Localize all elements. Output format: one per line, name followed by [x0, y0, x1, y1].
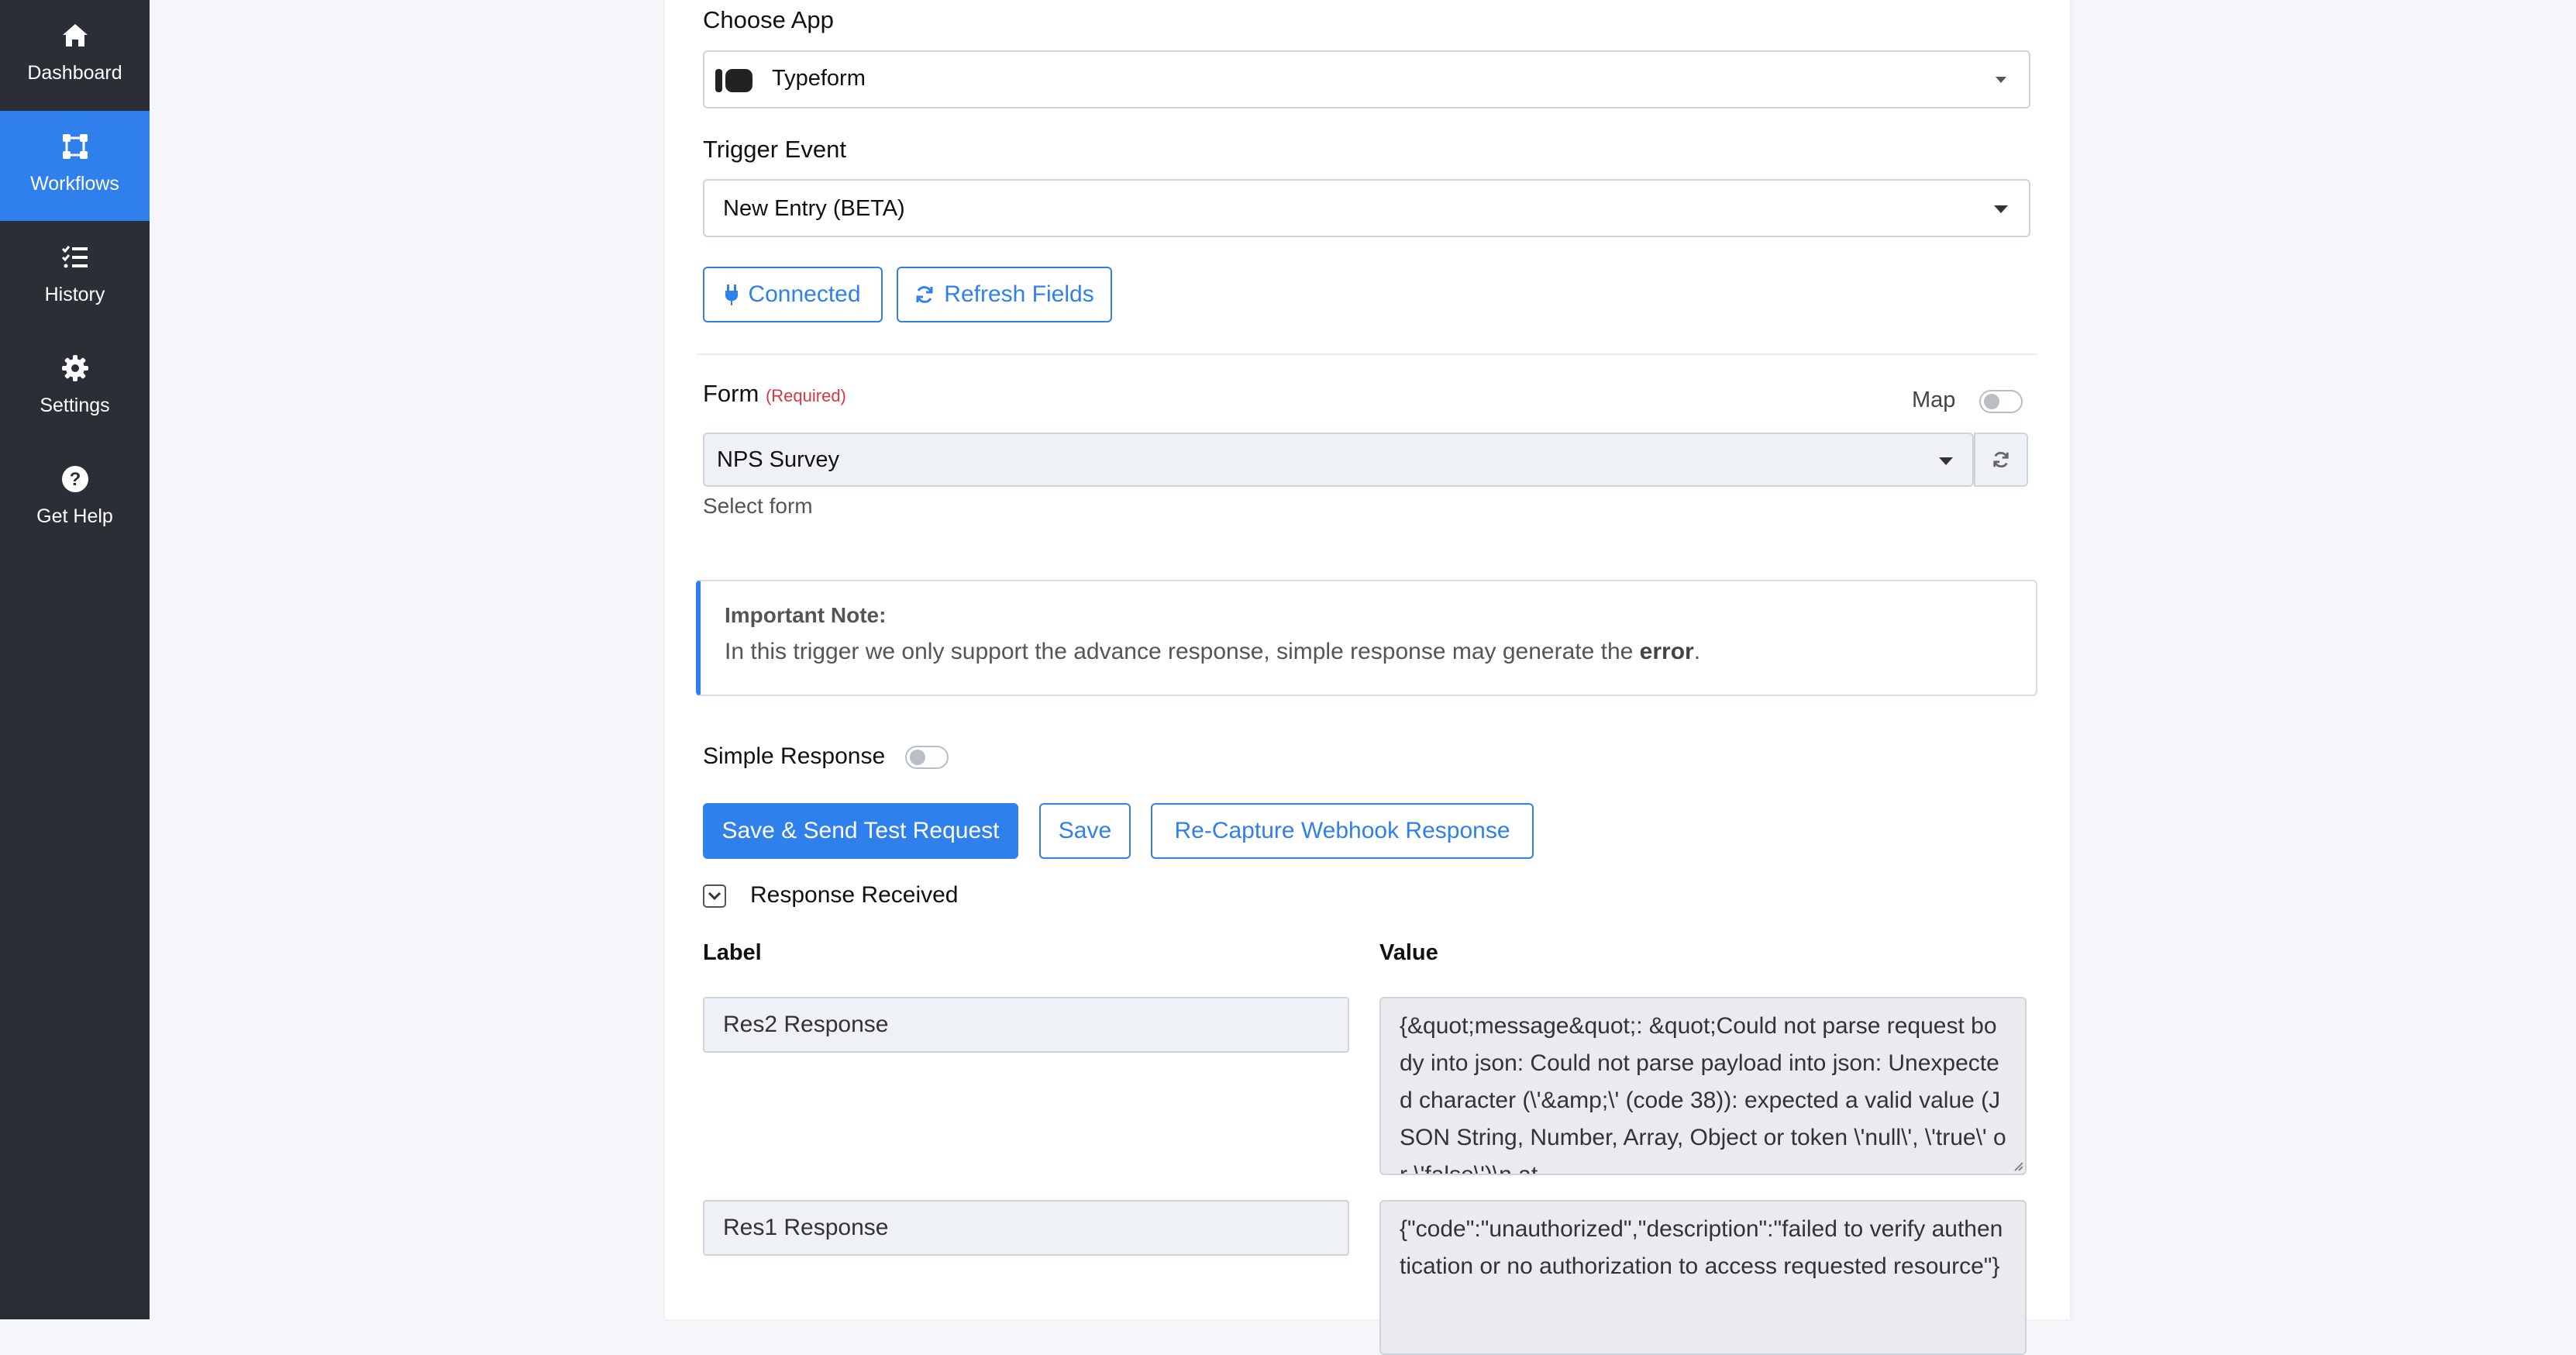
- form-help-text: Select form: [703, 494, 813, 518]
- response-received-checkbox[interactable]: [703, 884, 726, 908]
- home-icon: [0, 20, 150, 54]
- sidebar-item-label: Get Help: [36, 505, 113, 527]
- form-select[interactable]: NPS Survey: [703, 433, 1974, 487]
- sidebar: Dashboard Workflows History Settings ? G…: [0, 0, 150, 1319]
- svg-text:?: ?: [69, 469, 81, 490]
- response-received-label: Response Received: [750, 882, 959, 908]
- refresh-fields-label: Refresh Fields: [944, 281, 1094, 307]
- form-field-label: Form (Required): [703, 380, 846, 407]
- refresh-icon: [916, 286, 933, 303]
- trigger-event-value: New Entry (BETA): [723, 196, 905, 221]
- sidebar-item-history[interactable]: History: [0, 222, 150, 332]
- refresh-icon: [1993, 451, 2009, 468]
- trigger-event-label: Trigger Event: [703, 136, 846, 163]
- recapture-webhook-button[interactable]: Re-Capture Webhook Response: [1151, 803, 1534, 859]
- note-text: In this trigger we only support the adva…: [725, 639, 1701, 664]
- response-label-input[interactable]: Res2 Response: [703, 997, 1349, 1053]
- choose-app-value: Typeform: [772, 66, 866, 91]
- chevron-down-icon: [1939, 457, 1953, 465]
- section-divider: [697, 353, 2037, 355]
- response-value-textarea[interactable]: {&quot;message&quot;: &quot;Could not pa…: [1379, 997, 2027, 1175]
- trigger-event-select[interactable]: New Entry (BETA): [703, 179, 2030, 237]
- save-button[interactable]: Save: [1039, 803, 1131, 859]
- workflow-trigger-panel: Choose App Typeform Trigger Event New En…: [665, 0, 2070, 1355]
- gear-icon: [0, 353, 150, 387]
- simple-response-label: Simple Response: [703, 743, 886, 769]
- plug-icon: [725, 284, 739, 305]
- response-value-textarea[interactable]: {"code":"unauthorized","description":"fa…: [1379, 1200, 2027, 1355]
- save-send-test-button[interactable]: Save & Send Test Request: [703, 803, 1018, 859]
- refresh-fields-button[interactable]: Refresh Fields: [897, 267, 1112, 322]
- sidebar-item-label: Workflows: [30, 173, 119, 195]
- sidebar-item-label: Dashboard: [27, 62, 122, 84]
- map-toggle[interactable]: [1979, 390, 2023, 413]
- choose-app-label: Choose App: [703, 6, 834, 33]
- value-column-header: Value: [1379, 940, 1438, 965]
- question-icon: ?: [0, 464, 150, 498]
- important-note: Important Note: In this trigger we only …: [696, 580, 2037, 696]
- sidebar-item-workflows[interactable]: Workflows: [0, 111, 150, 221]
- workflow-icon: [0, 131, 150, 165]
- typeform-logo-icon: [715, 67, 754, 100]
- required-indicator: (Required): [765, 386, 846, 405]
- connected-label: Connected: [748, 281, 861, 307]
- toggle-knob: [910, 750, 925, 765]
- simple-response-toggle[interactable]: [905, 746, 949, 769]
- choose-app-select[interactable]: Typeform: [703, 50, 2030, 109]
- note-title: Important Note:: [725, 603, 887, 627]
- form-refresh-button[interactable]: [1974, 433, 2028, 487]
- toggle-knob: [1984, 394, 1999, 409]
- resize-handle-icon[interactable]: [2012, 1160, 2024, 1172]
- connected-button[interactable]: Connected: [703, 267, 883, 322]
- chevron-down-icon: [708, 891, 721, 901]
- sidebar-item-settings[interactable]: Settings: [0, 333, 150, 443]
- sidebar-item-dashboard[interactable]: Dashboard: [0, 0, 150, 110]
- sidebar-item-get-help[interactable]: ? Get Help: [0, 443, 150, 553]
- map-label: Map: [1912, 388, 1956, 412]
- chevron-down-icon: [1994, 205, 2008, 213]
- sidebar-item-label: Settings: [40, 395, 110, 416]
- label-column-header: Label: [703, 940, 762, 965]
- form-select-value: NPS Survey: [717, 447, 839, 472]
- response-label-input[interactable]: Res1 Response: [703, 1200, 1349, 1256]
- list-check-icon: [0, 242, 150, 276]
- chevron-down-icon: [1996, 77, 2006, 83]
- sidebar-item-label: History: [44, 284, 105, 305]
